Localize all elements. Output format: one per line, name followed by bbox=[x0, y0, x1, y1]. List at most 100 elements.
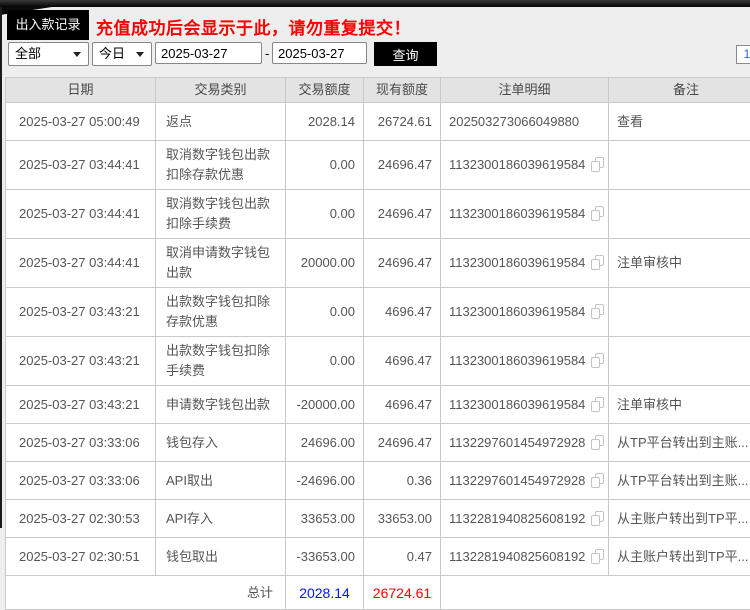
cell-type: 返点 bbox=[156, 103, 286, 141]
copy-icon[interactable] bbox=[591, 473, 604, 488]
cell-balance: 24696.47 bbox=[364, 141, 441, 190]
cell-remark: 注单审核中 bbox=[609, 239, 750, 288]
copy-icon[interactable] bbox=[591, 397, 604, 412]
tab-deposit-withdrawal-records[interactable]: 出入款记录 bbox=[7, 10, 89, 40]
order-detail-number: 1132300186039619584 bbox=[449, 157, 585, 172]
cell-amount: -33653.00 bbox=[286, 538, 364, 576]
order-detail-number: 1132300186039619584 bbox=[449, 255, 585, 270]
order-detail-number: 1132300186039619584 bbox=[449, 206, 585, 221]
copy-icon[interactable] bbox=[591, 435, 604, 450]
cell-detail: 202503273066049880 bbox=[441, 103, 609, 141]
cell-detail: 1132300186039619584 bbox=[441, 239, 609, 288]
col-header-amount: 交易额度 bbox=[286, 78, 364, 103]
cell-date: 2025-03-27 03:43:21 bbox=[6, 288, 156, 337]
chevron-down-icon bbox=[136, 52, 144, 57]
cell-detail: 1132297601454972928 bbox=[441, 462, 609, 500]
cell-detail: 1132297601454972928 bbox=[441, 424, 609, 462]
col-header-remark: 备注 bbox=[609, 78, 750, 103]
transaction-type-value: 全部 bbox=[15, 46, 41, 61]
window-left-edge bbox=[0, 7, 2, 528]
cell-type: 取消申请数字钱包出款 bbox=[156, 239, 286, 288]
cell-detail: 1132300186039619584 bbox=[441, 337, 609, 386]
table-row: 2025-03-27 03:44:41取消申请数字钱包出款20000.00246… bbox=[6, 239, 750, 288]
chevron-down-icon bbox=[73, 52, 81, 57]
date-range-select[interactable]: 今日 bbox=[92, 42, 152, 66]
cell-detail: 1132281940825608192 bbox=[441, 500, 609, 538]
table-body: 2025-03-27 05:00:49返点2028.1426724.612025… bbox=[6, 103, 750, 576]
cell-date: 2025-03-27 03:43:21 bbox=[6, 337, 156, 386]
cell-type: 出款数字钱包扣除手续费 bbox=[156, 337, 286, 386]
cell-remark: 从TP平台转出到主账... bbox=[609, 424, 750, 462]
copy-icon[interactable] bbox=[591, 157, 604, 172]
table-row: 2025-03-27 03:43:21出款数字钱包扣除手续费0.004696.4… bbox=[6, 337, 750, 386]
total-label: 总计 bbox=[6, 576, 286, 610]
cell-detail: 1132281940825608192 bbox=[441, 538, 609, 576]
cell-balance: 33653.00 bbox=[364, 500, 441, 538]
order-detail-number: 202503273066049880 bbox=[449, 114, 579, 129]
cell-amount: 0.00 bbox=[286, 288, 364, 337]
transactions-table-wrap: 日期 交易类别 交易额度 现有额度 注单明细 备注 2025-03-27 05:… bbox=[5, 77, 750, 610]
copy-icon[interactable] bbox=[591, 549, 604, 564]
cell-type: 钱包存入 bbox=[156, 424, 286, 462]
transactions-table: 日期 交易类别 交易额度 现有额度 注单明细 备注 2025-03-27 05:… bbox=[5, 77, 750, 610]
cell-amount: 0.00 bbox=[286, 190, 364, 239]
order-detail-number: 1132300186039619584 bbox=[449, 353, 585, 368]
table-row: 2025-03-27 03:43:21申请数字钱包出款-20000.004696… bbox=[6, 386, 750, 424]
cell-date: 2025-03-27 02:30:53 bbox=[6, 500, 156, 538]
cell-balance: 24696.47 bbox=[364, 239, 441, 288]
date-to-input[interactable] bbox=[272, 42, 367, 64]
cell-balance: 4696.47 bbox=[364, 386, 441, 424]
cell-remark bbox=[609, 337, 750, 386]
cell-balance: 4696.47 bbox=[364, 288, 441, 337]
cell-remark: 从主账户转出到TP平... bbox=[609, 538, 750, 576]
cell-amount: 24696.00 bbox=[286, 424, 364, 462]
table-row: 2025-03-27 03:33:06钱包存入24696.0024696.471… bbox=[6, 424, 750, 462]
cell-date: 2025-03-27 03:44:41 bbox=[6, 141, 156, 190]
cell-amount: -20000.00 bbox=[286, 386, 364, 424]
date-from-input[interactable] bbox=[155, 42, 262, 64]
copy-icon[interactable] bbox=[591, 304, 604, 319]
cell-date: 2025-03-27 03:44:41 bbox=[6, 190, 156, 239]
table-header-row: 日期 交易类别 交易额度 现有额度 注单明细 备注 bbox=[6, 78, 750, 103]
cell-date: 2025-03-27 03:44:41 bbox=[6, 239, 156, 288]
cell-amount: 20000.00 bbox=[286, 239, 364, 288]
cell-balance: 0.36 bbox=[364, 462, 441, 500]
cell-amount: -24696.00 bbox=[286, 462, 364, 500]
date-range-value: 今日 bbox=[99, 46, 125, 61]
cell-amount: 33653.00 bbox=[286, 500, 364, 538]
filter-bar: 全部 今日 - 查询 1 bbox=[8, 42, 750, 66]
cell-type: API存入 bbox=[156, 500, 286, 538]
cell-type: 申请数字钱包出款 bbox=[156, 386, 286, 424]
copy-icon[interactable] bbox=[591, 206, 604, 221]
cell-remark: 注单审核中 bbox=[609, 386, 750, 424]
transaction-type-select[interactable]: 全部 bbox=[8, 42, 89, 66]
cell-remark bbox=[609, 288, 750, 337]
order-detail-number: 1132300186039619584 bbox=[449, 304, 585, 319]
cell-type: 取消数字钱包出款扣除存款优惠 bbox=[156, 141, 286, 190]
cell-type: 钱包取出 bbox=[156, 538, 286, 576]
order-detail-number: 1132281940825608192 bbox=[449, 511, 585, 526]
cell-balance: 24696.47 bbox=[364, 424, 441, 462]
copy-icon[interactable] bbox=[591, 255, 604, 270]
cell-detail: 1132300186039619584 bbox=[441, 141, 609, 190]
col-header-balance: 现有额度 bbox=[364, 78, 441, 103]
cell-type: API取出 bbox=[156, 462, 286, 500]
footer-empty-cell bbox=[441, 576, 750, 610]
query-button[interactable]: 查询 bbox=[374, 42, 437, 66]
cell-balance: 26724.61 bbox=[364, 103, 441, 141]
cell-type: 出款数字钱包扣除存款优惠 bbox=[156, 288, 286, 337]
col-header-detail: 注单明细 bbox=[441, 78, 609, 103]
cell-date: 2025-03-27 03:43:21 bbox=[6, 386, 156, 424]
table-row: 2025-03-27 03:44:41取消数字钱包出款扣除手续费0.002469… bbox=[6, 190, 750, 239]
cell-balance: 0.47 bbox=[364, 538, 441, 576]
view-link[interactable]: 查看 bbox=[609, 103, 750, 141]
cell-amount: 0.00 bbox=[286, 337, 364, 386]
warning-text: 充值成功后会显示于此，请勿重复提交！ bbox=[96, 14, 411, 39]
table-row: 2025-03-27 03:33:06API取出-24696.000.36113… bbox=[6, 462, 750, 500]
table-row: 2025-03-27 02:30:51钱包取出-33653.000.471132… bbox=[6, 538, 750, 576]
copy-icon[interactable] bbox=[591, 353, 604, 368]
copy-icon[interactable] bbox=[591, 511, 604, 526]
total-balance: 26724.61 bbox=[364, 576, 441, 610]
cell-amount: 2028.14 bbox=[286, 103, 364, 141]
pagination-page-1[interactable]: 1 bbox=[736, 45, 750, 64]
